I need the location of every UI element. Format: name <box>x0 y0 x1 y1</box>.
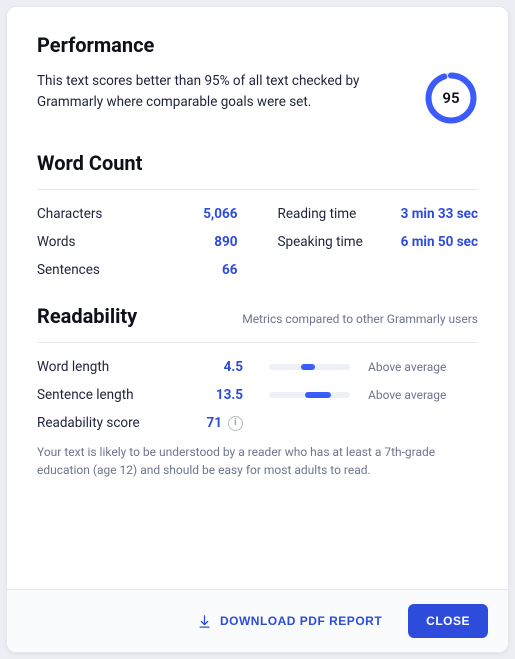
readability-bar <box>269 364 350 370</box>
word-count-label: Reading time <box>278 206 357 222</box>
report-content: Performance This text scores better than… <box>7 7 508 589</box>
word-count-title: Word Count <box>37 151 478 175</box>
readability-row: Word length 4.5 Above average <box>37 359 478 375</box>
readability-rows: Word length4.5Above averageSentence leng… <box>37 359 478 403</box>
word-count-value: 3 min 33 sec <box>401 206 478 222</box>
readability-score-row: Readability score 71i <box>37 415 478 431</box>
word-count-label: Sentences <box>37 262 100 278</box>
performance-title: Performance <box>37 33 478 57</box>
word-count-value: 5,066 <box>203 206 237 222</box>
word-count-item: Reading time 3 min 33 sec <box>278 206 479 222</box>
performance-row: This text scores better than 95% of all … <box>37 71 478 125</box>
readability-bar <box>269 392 350 398</box>
word-count-item: Words 890 <box>37 234 238 250</box>
word-count-item <box>278 262 479 278</box>
word-count-section: Word Count Characters 5,066 Reading time 3 … <box>37 151 478 278</box>
readability-score-value: 71i <box>197 415 247 431</box>
info-icon[interactable]: i <box>228 416 243 431</box>
readability-comment: Above average <box>368 360 478 374</box>
readability-title: Readability <box>37 304 137 328</box>
word-count-value: 66 <box>222 262 238 278</box>
footer: DOWNLOAD PDF REPORT CLOSE <box>7 589 508 652</box>
close-button[interactable]: CLOSE <box>408 604 488 638</box>
readability-comment: Above average <box>368 388 478 402</box>
readability-row: Sentence length 13.5 Above average <box>37 387 478 403</box>
word-count-item: Characters 5,066 <box>37 206 238 222</box>
word-count-label: Words <box>37 234 76 250</box>
readability-metric-value: 13.5 <box>197 387 247 403</box>
download-icon <box>197 614 212 629</box>
word-count-value: 6 min 50 sec <box>401 234 478 250</box>
divider <box>37 342 478 343</box>
readability-score-label: Readability score <box>37 415 187 431</box>
performance-score-ring: 95 <box>424 71 478 125</box>
word-count-value: 890 <box>214 234 237 250</box>
readability-metric-label: Sentence length <box>37 387 187 403</box>
word-count-label: Characters <box>37 206 102 222</box>
divider <box>37 189 478 190</box>
readability-section: Readability Metrics compared to other Gr… <box>37 304 478 479</box>
readability-header: Readability Metrics compared to other Gr… <box>37 304 478 328</box>
performance-description: This text scores better than 95% of all … <box>37 71 406 113</box>
readability-metric-label: Word length <box>37 359 187 375</box>
word-count-item: Sentences 66 <box>37 262 238 278</box>
readability-metric-value: 4.5 <box>197 359 247 375</box>
performance-score-value: 95 <box>424 71 478 125</box>
word-count-item: Speaking time 6 min 50 sec <box>278 234 479 250</box>
word-count-grid: Characters 5,066 Reading time 3 min 33 sec W… <box>37 206 478 278</box>
download-pdf-button[interactable]: DOWNLOAD PDF REPORT <box>191 606 388 637</box>
readability-subtitle: Metrics compared to other Grammarly user… <box>242 312 478 326</box>
word-count-label: Speaking time <box>278 234 363 250</box>
readability-note: Your text is likely to be understood by … <box>37 443 478 479</box>
report-card: Performance This text scores better than… <box>6 6 509 653</box>
